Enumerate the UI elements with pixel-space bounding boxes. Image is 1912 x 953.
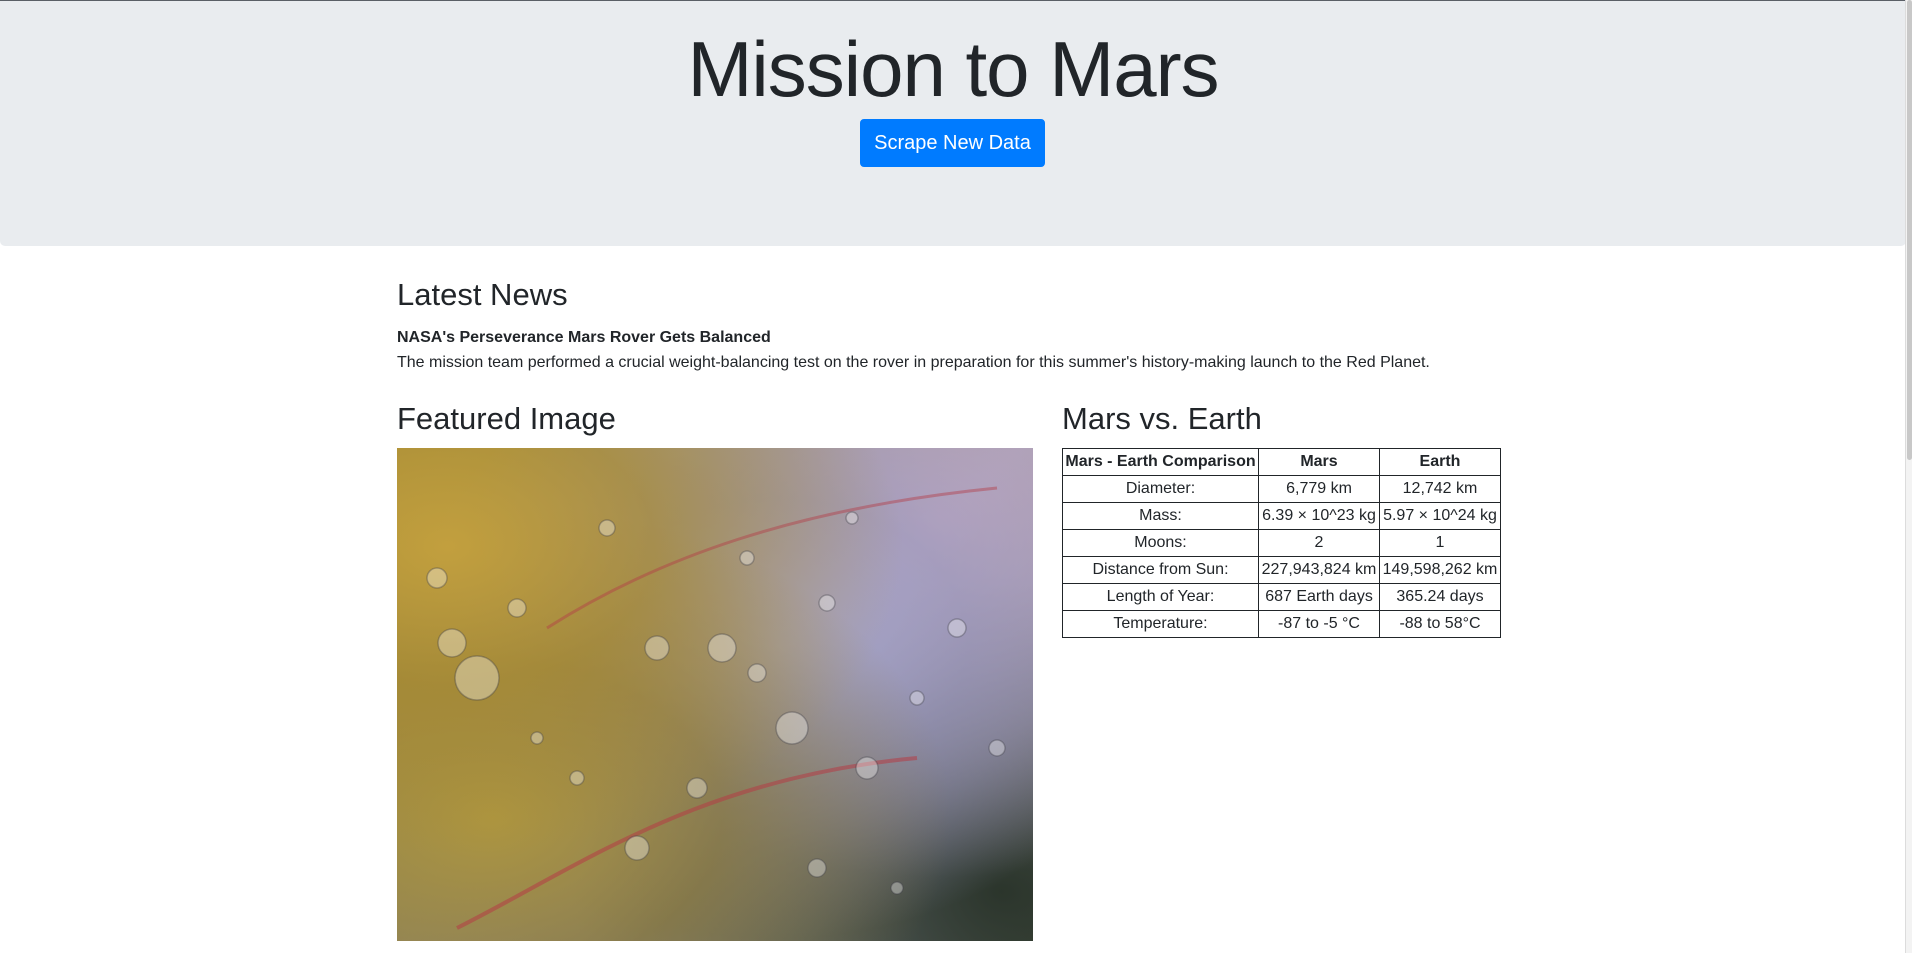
row-label: Moons: (1062, 529, 1259, 557)
column-header: Mars - Earth Comparison (1062, 448, 1259, 476)
row-label: Distance from Sun: (1062, 556, 1259, 584)
news-paragraph: The mission team performed a crucial wei… (397, 354, 1430, 371)
scrape-new-data-button[interactable]: Scrape New Data (860, 119, 1045, 167)
mars-value: 687 Earth days (1258, 583, 1380, 611)
table-row: Mass: 6.39 × 10^23 kg 5.97 × 10^24 kg (1062, 502, 1501, 530)
mars-value: 2 (1258, 529, 1380, 557)
featured-image-heading: Featured Image (397, 401, 616, 436)
table-row: Distance from Sun: 227,943,824 km 149,59… (1062, 556, 1501, 584)
browser-viewport: Mission to Mars Scrape New Data Latest N… (0, 0, 1912, 953)
news-title: NASA's Perseverance Mars Rover Gets Bala… (397, 329, 771, 346)
table-row: Moons: 2 1 (1062, 529, 1501, 557)
earth-value: -88 to 58°C (1379, 610, 1501, 638)
featured-image[interactable] (397, 448, 1033, 941)
row-label: Temperature: (1062, 610, 1259, 638)
mars-value: 6.39 × 10^23 kg (1258, 502, 1380, 530)
latest-news-section: Latest News NASA's Perseverance Mars Rov… (397, 276, 1507, 374)
table-row: Diameter: 6,779 km 12,742 km (1062, 475, 1501, 503)
mars-value: -87 to -5 °C (1258, 610, 1380, 638)
featured-image-section: Featured Image (397, 400, 1033, 941)
table-row: Temperature: -87 to -5 °C -88 to 58°C (1062, 610, 1501, 638)
column-header: Earth (1379, 448, 1501, 476)
earth-value: 5.97 × 10^24 kg (1379, 502, 1501, 530)
earth-value: 12,742 km (1379, 475, 1501, 503)
mars-facts-section: Mars vs. Earth Mars - Earth Comparison M… (1062, 400, 1507, 638)
page-title: Mission to Mars (687, 25, 1219, 113)
earth-value: 365.24 days (1379, 583, 1501, 611)
table-row: Length of Year: 687 Earth days 365.24 da… (1062, 583, 1501, 611)
mars-value: 227,943,824 km (1258, 556, 1380, 584)
scrollbar-thumb[interactable] (1907, 0, 1912, 460)
row-label: Mass: (1062, 502, 1259, 530)
mars-value: 6,779 km (1258, 475, 1380, 503)
latest-news-heading: Latest News (397, 277, 568, 312)
main-content: Latest News NASA's Perseverance Mars Rov… (397, 276, 1507, 941)
crater-texture-graphic (426, 486, 1006, 930)
table-header-row: Mars - Earth Comparison Mars Earth (1062, 448, 1501, 476)
row-label: Diameter: (1062, 475, 1259, 503)
earth-value: 1 (1379, 529, 1501, 557)
earth-value: 149,598,262 km (1379, 556, 1501, 584)
column-header: Mars (1258, 448, 1380, 476)
mars-facts-heading: Mars vs. Earth (1062, 401, 1262, 436)
row-label: Length of Year: (1062, 583, 1259, 611)
vertical-scrollbar[interactable] (1905, 0, 1912, 953)
header-jumbotron: Mission to Mars Scrape New Data (0, 1, 1906, 246)
mars-earth-comparison-table: Mars - Earth Comparison Mars Earth Diame… (1062, 448, 1501, 638)
